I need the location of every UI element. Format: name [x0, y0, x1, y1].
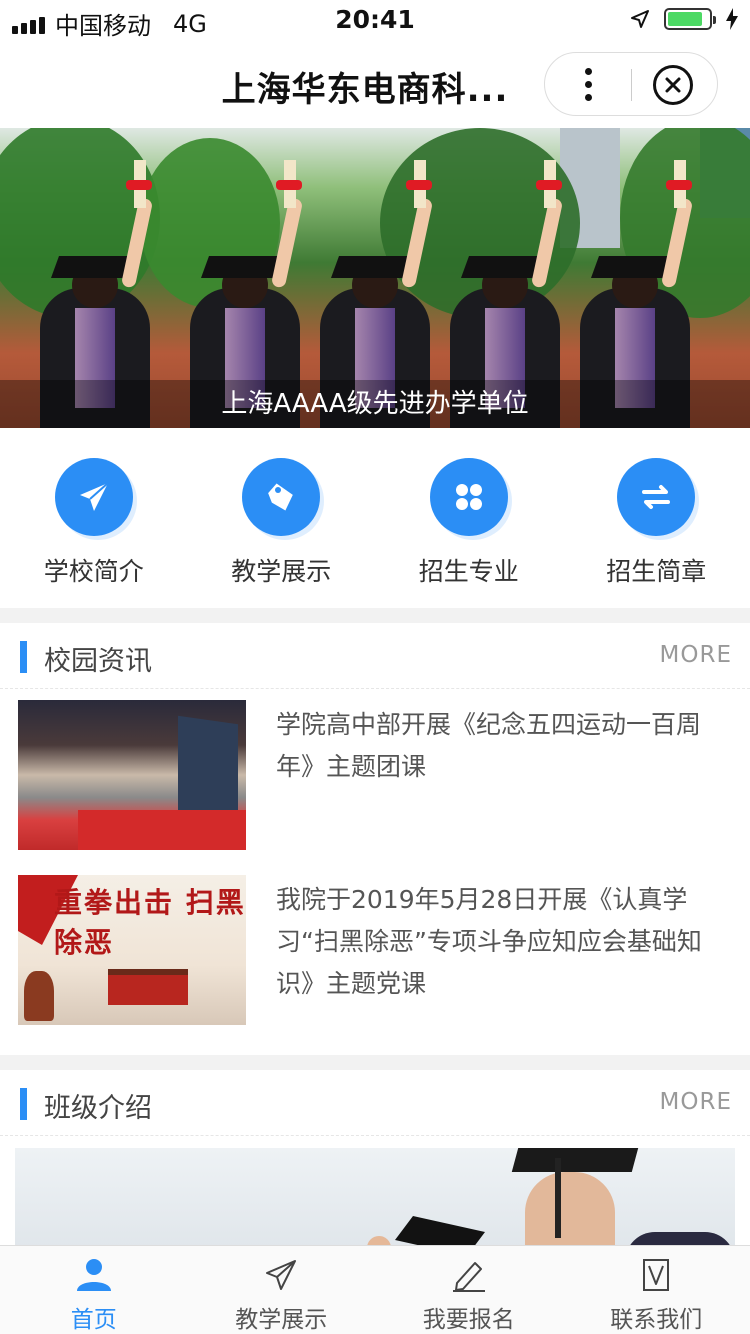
swap-icon [617, 458, 696, 536]
status-right [630, 8, 738, 30]
quick-menu-majors[interactable]: 招生专业 [375, 428, 563, 608]
status-bar: 中国移动 4G 20:41 [0, 0, 750, 40]
thumbnail-slogan: 重拳出击 扫黑除恶 [54, 886, 246, 959]
bookmark-v-icon [636, 1256, 676, 1294]
quick-menu: 学校简介 教学展示 招生专业 招生简章 [0, 428, 750, 608]
location-arrow-icon [631, 10, 649, 28]
hero-banner[interactable]: 上海AAAA级先进办学单位 [0, 128, 750, 428]
tab-contact[interactable]: 联系我们 [563, 1246, 750, 1334]
quick-menu-admissions[interactable]: 招生简章 [563, 428, 750, 608]
grid-icon [429, 458, 508, 536]
tab-bar: 首页 教学展示 我要报名 联系我们 [0, 1245, 750, 1334]
paper-plane-icon [54, 458, 133, 536]
tag-icon [242, 458, 321, 536]
close-icon [665, 77, 681, 93]
banner-caption: 上海AAAA级先进办学单位 [0, 380, 750, 428]
quick-menu-label: 学校简介 [43, 557, 144, 586]
tab-home[interactable]: 首页 [0, 1246, 188, 1334]
news-title: 学院高中部开展《纪念五四运动一百周年》主题团课 [276, 710, 702, 781]
user-icon [74, 1256, 114, 1294]
news-section: 校园资讯 MORE 学院高中部开展《纪念五四运动一百周年》主题团课 重拳出击 扫… [0, 623, 750, 1055]
class-more-link[interactable]: MORE [660, 1089, 732, 1115]
close-button[interactable] [653, 65, 693, 105]
news-thumbnail [18, 700, 246, 850]
quick-menu-teaching[interactable]: 教学展示 [188, 428, 376, 608]
tab-label: 首页 [70, 1307, 117, 1333]
battery-icon [664, 8, 716, 30]
quick-menu-label: 招生简章 [606, 557, 707, 586]
pencil-icon [449, 1256, 489, 1294]
tab-label: 联系我们 [610, 1307, 703, 1333]
section-accent-bar [20, 641, 27, 673]
battery-level [668, 12, 702, 26]
quick-menu-label: 教学展示 [231, 557, 332, 586]
news-thumbnail: 重拳出击 扫黑除恶 [18, 875, 246, 1025]
news-item[interactable]: 学院高中部开展《纪念五四运动一百周年》主题团课 [18, 700, 732, 852]
paper-plane-outline-icon [261, 1256, 301, 1294]
section-title: 校园资讯 [44, 646, 152, 677]
news-more-link[interactable]: MORE [660, 642, 732, 668]
more-menu-button[interactable] [545, 53, 631, 115]
tab-teaching[interactable]: 教学展示 [188, 1246, 376, 1334]
nav-bar: 上海华东电商科... [0, 40, 750, 128]
miniprogram-capsule [544, 52, 718, 116]
section-accent-bar [20, 1088, 27, 1120]
tab-label: 教学展示 [235, 1307, 328, 1333]
news-title: 我院于2019年5月28日开展《认真学习“扫黑除恶”专项斗争应知应会基础知识》主… [276, 885, 702, 998]
tab-signup[interactable]: 我要报名 [375, 1246, 563, 1334]
section-header: 班级介绍 MORE [0, 1070, 750, 1136]
capsule-divider [631, 69, 632, 101]
news-item[interactable]: 重拳出击 扫黑除恶 我院于2019年5月28日开展《认真学习“扫黑除恶”专项斗争… [18, 875, 732, 1027]
quick-menu-school-intro[interactable]: 学校简介 [0, 428, 188, 608]
section-header: 校园资讯 MORE [0, 623, 750, 689]
section-title: 班级介绍 [44, 1093, 152, 1124]
quick-menu-label: 招生专业 [418, 557, 519, 586]
class-section: 班级介绍 MORE [0, 1070, 750, 1245]
charging-bolt-icon [726, 8, 738, 30]
class-image[interactable] [15, 1148, 735, 1245]
tab-label: 我要报名 [422, 1307, 515, 1333]
